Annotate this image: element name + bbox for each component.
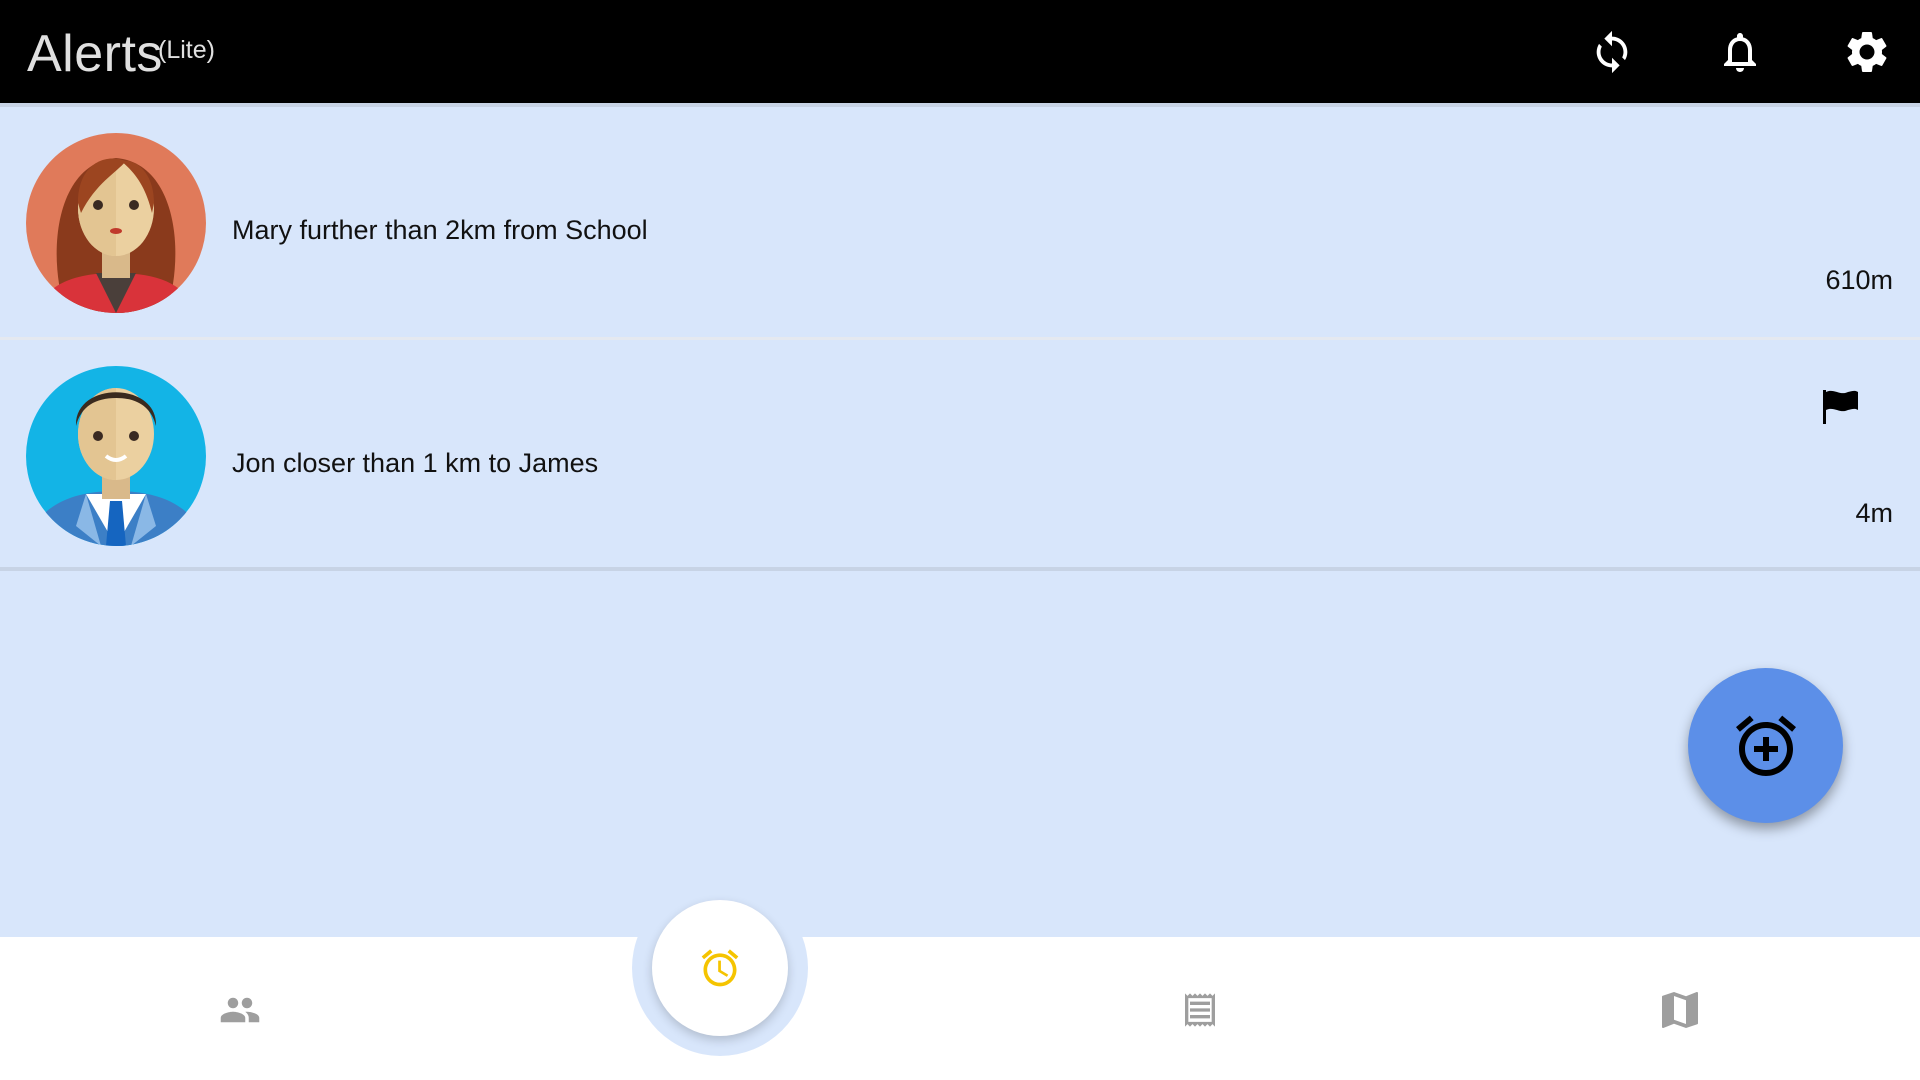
nav-item-map[interactable]: [1650, 985, 1710, 1035]
woman-avatar: [26, 133, 206, 313]
notch-edge: [602, 937, 632, 977]
alarm-add-icon: [1735, 715, 1796, 776]
list-item[interactable]: Jon closer than 1 km to James 4m: [0, 337, 1920, 571]
page-title: Alerts: [27, 25, 163, 83]
refresh-icon[interactable]: [1582, 22, 1642, 82]
nav-item-people[interactable]: [210, 985, 270, 1035]
alert-distance: 610m: [1825, 265, 1893, 295]
bottom-nav: [0, 937, 1920, 1080]
bell-icon[interactable]: [1710, 22, 1770, 82]
list-icon: [1185, 993, 1215, 1027]
alarm-icon: [701, 949, 739, 987]
alerts-list: Mary further than 2km from School 610m J…: [0, 103, 1920, 571]
alert-text: Jon closer than 1 km to James: [232, 448, 599, 478]
man-avatar: [26, 366, 206, 546]
alert-distance: 4m: [1855, 498, 1893, 528]
list-item[interactable]: Mary further than 2km from School 610m: [0, 103, 1920, 337]
nav-item-alerts[interactable]: [652, 900, 788, 1036]
app-bar: Alerts (Lite): [0, 0, 1920, 103]
flag-icon[interactable]: [1820, 388, 1860, 429]
page-subtitle: (Lite): [158, 36, 215, 64]
nav-item-list[interactable]: [1170, 985, 1230, 1035]
people-icon: [220, 997, 260, 1023]
alert-text: Mary further than 2km from School: [232, 215, 648, 245]
map-icon: [1662, 992, 1698, 1028]
gear-icon[interactable]: [1837, 22, 1897, 82]
notch-edge: [808, 937, 838, 977]
add-alert-button[interactable]: [1688, 668, 1843, 823]
